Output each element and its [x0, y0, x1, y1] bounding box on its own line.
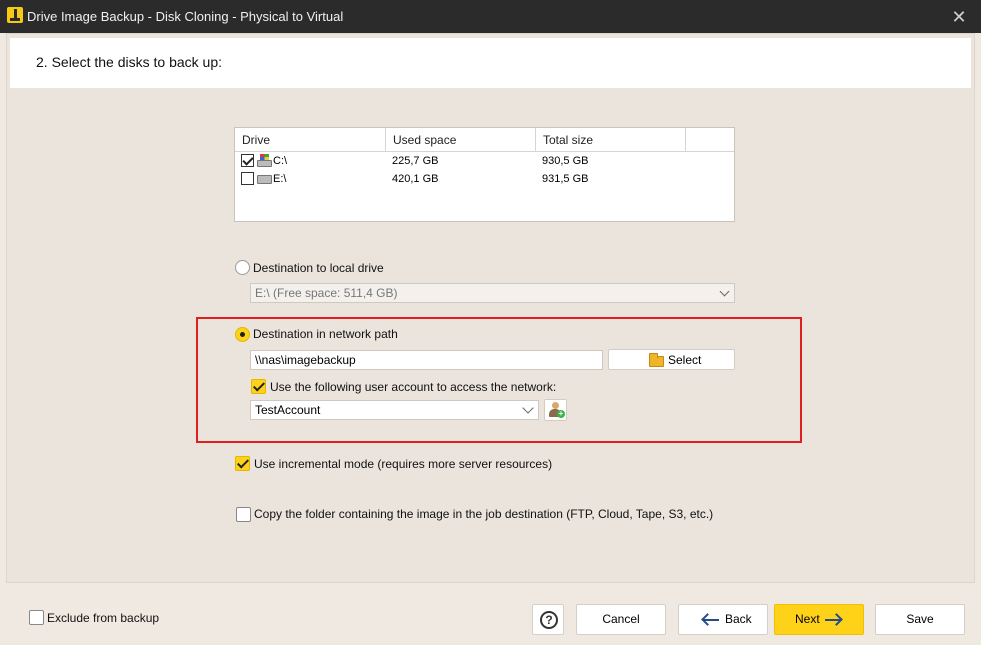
- local-drive-select[interactable]: E:\ (Free space: 511,4 GB): [250, 283, 735, 303]
- close-icon[interactable]: ✕: [949, 7, 969, 27]
- add-account-button[interactable]: +: [544, 399, 567, 421]
- local-drive-radio[interactable]: [235, 260, 250, 275]
- arrow-right-icon: [825, 619, 840, 621]
- windows-drive-icon: [257, 154, 272, 167]
- drive-icon: [257, 172, 272, 185]
- drive-name: E:\: [273, 173, 287, 185]
- copy-folder-checkbox[interactable]: [236, 507, 251, 522]
- drive-checkbox[interactable]: [241, 172, 254, 185]
- exclude-from-backup-checkbox[interactable]: [29, 610, 44, 625]
- network-path-input[interactable]: \\nas\imagebackup: [250, 350, 603, 370]
- cancel-button-label: Cancel: [602, 612, 640, 626]
- page-title: 2. Select the disks to back up:: [36, 54, 222, 70]
- drive-used-space: 225,7 GB: [392, 155, 439, 167]
- drive-total-size: 931,5 GB: [542, 173, 589, 185]
- arrow-left-icon: [704, 619, 719, 621]
- drive-table: Drive Used space Total size C:\ 225,7 GB…: [234, 127, 735, 222]
- drive-total-size: 930,5 GB: [542, 155, 589, 167]
- step-header: 2. Select the disks to back up:: [10, 38, 971, 88]
- chevron-down-icon: [719, 286, 730, 297]
- table-row[interactable]: C:\ 225,7 GB 930,5 GB: [235, 153, 734, 171]
- network-path-value: \\nas\imagebackup: [255, 353, 356, 367]
- network-path-radio[interactable]: [235, 327, 250, 342]
- account-select[interactable]: TestAccount: [250, 400, 539, 420]
- column-header-total-size[interactable]: Total size: [536, 128, 686, 152]
- drive-checkbox[interactable]: [241, 154, 254, 167]
- cancel-button[interactable]: Cancel: [576, 604, 666, 635]
- help-icon: ?: [540, 611, 558, 629]
- back-button-label: Back: [725, 612, 752, 626]
- local-drive-value: E:\ (Free space: 511,4 GB): [255, 286, 398, 300]
- add-user-icon: +: [548, 402, 565, 418]
- exclude-from-backup-label: Exclude from backup: [47, 611, 160, 625]
- main-panel: [6, 33, 975, 583]
- use-account-checkbox[interactable]: [251, 379, 266, 394]
- column-header-used-space[interactable]: Used space: [386, 128, 536, 152]
- column-header-empty: [686, 128, 734, 152]
- app-logo-icon: [7, 7, 23, 23]
- local-drive-label: Destination to local drive: [253, 261, 384, 275]
- select-folder-label: Select: [668, 353, 702, 367]
- column-header-drive[interactable]: Drive: [235, 128, 386, 152]
- incremental-mode-checkbox[interactable]: [235, 456, 250, 471]
- back-button[interactable]: Back: [678, 604, 768, 635]
- title-bar: Drive Image Backup - Disk Cloning - Phys…: [0, 0, 981, 33]
- next-button[interactable]: Next: [774, 604, 864, 635]
- drive-used-space: 420,1 GB: [392, 173, 439, 185]
- copy-folder-label: Copy the folder containing the image in …: [254, 507, 714, 521]
- window-title: Drive Image Backup - Disk Cloning - Phys…: [27, 9, 344, 24]
- account-value: TestAccount: [255, 403, 321, 417]
- table-row[interactable]: E:\ 420,1 GB 931,5 GB: [235, 171, 734, 189]
- incremental-mode-label: Use incremental mode (requires more serv…: [254, 457, 553, 471]
- next-button-label: Next: [795, 612, 820, 626]
- drive-name: C:\: [273, 155, 288, 167]
- folder-icon: [649, 353, 664, 367]
- save-button-label: Save: [906, 612, 934, 626]
- save-button[interactable]: Save: [875, 604, 965, 635]
- help-button[interactable]: ?: [532, 604, 564, 635]
- use-account-label: Use the following user account to access…: [270, 380, 557, 394]
- select-folder-button[interactable]: Select: [608, 349, 735, 370]
- network-path-label: Destination in network path: [253, 327, 398, 341]
- chevron-down-icon: [522, 402, 534, 414]
